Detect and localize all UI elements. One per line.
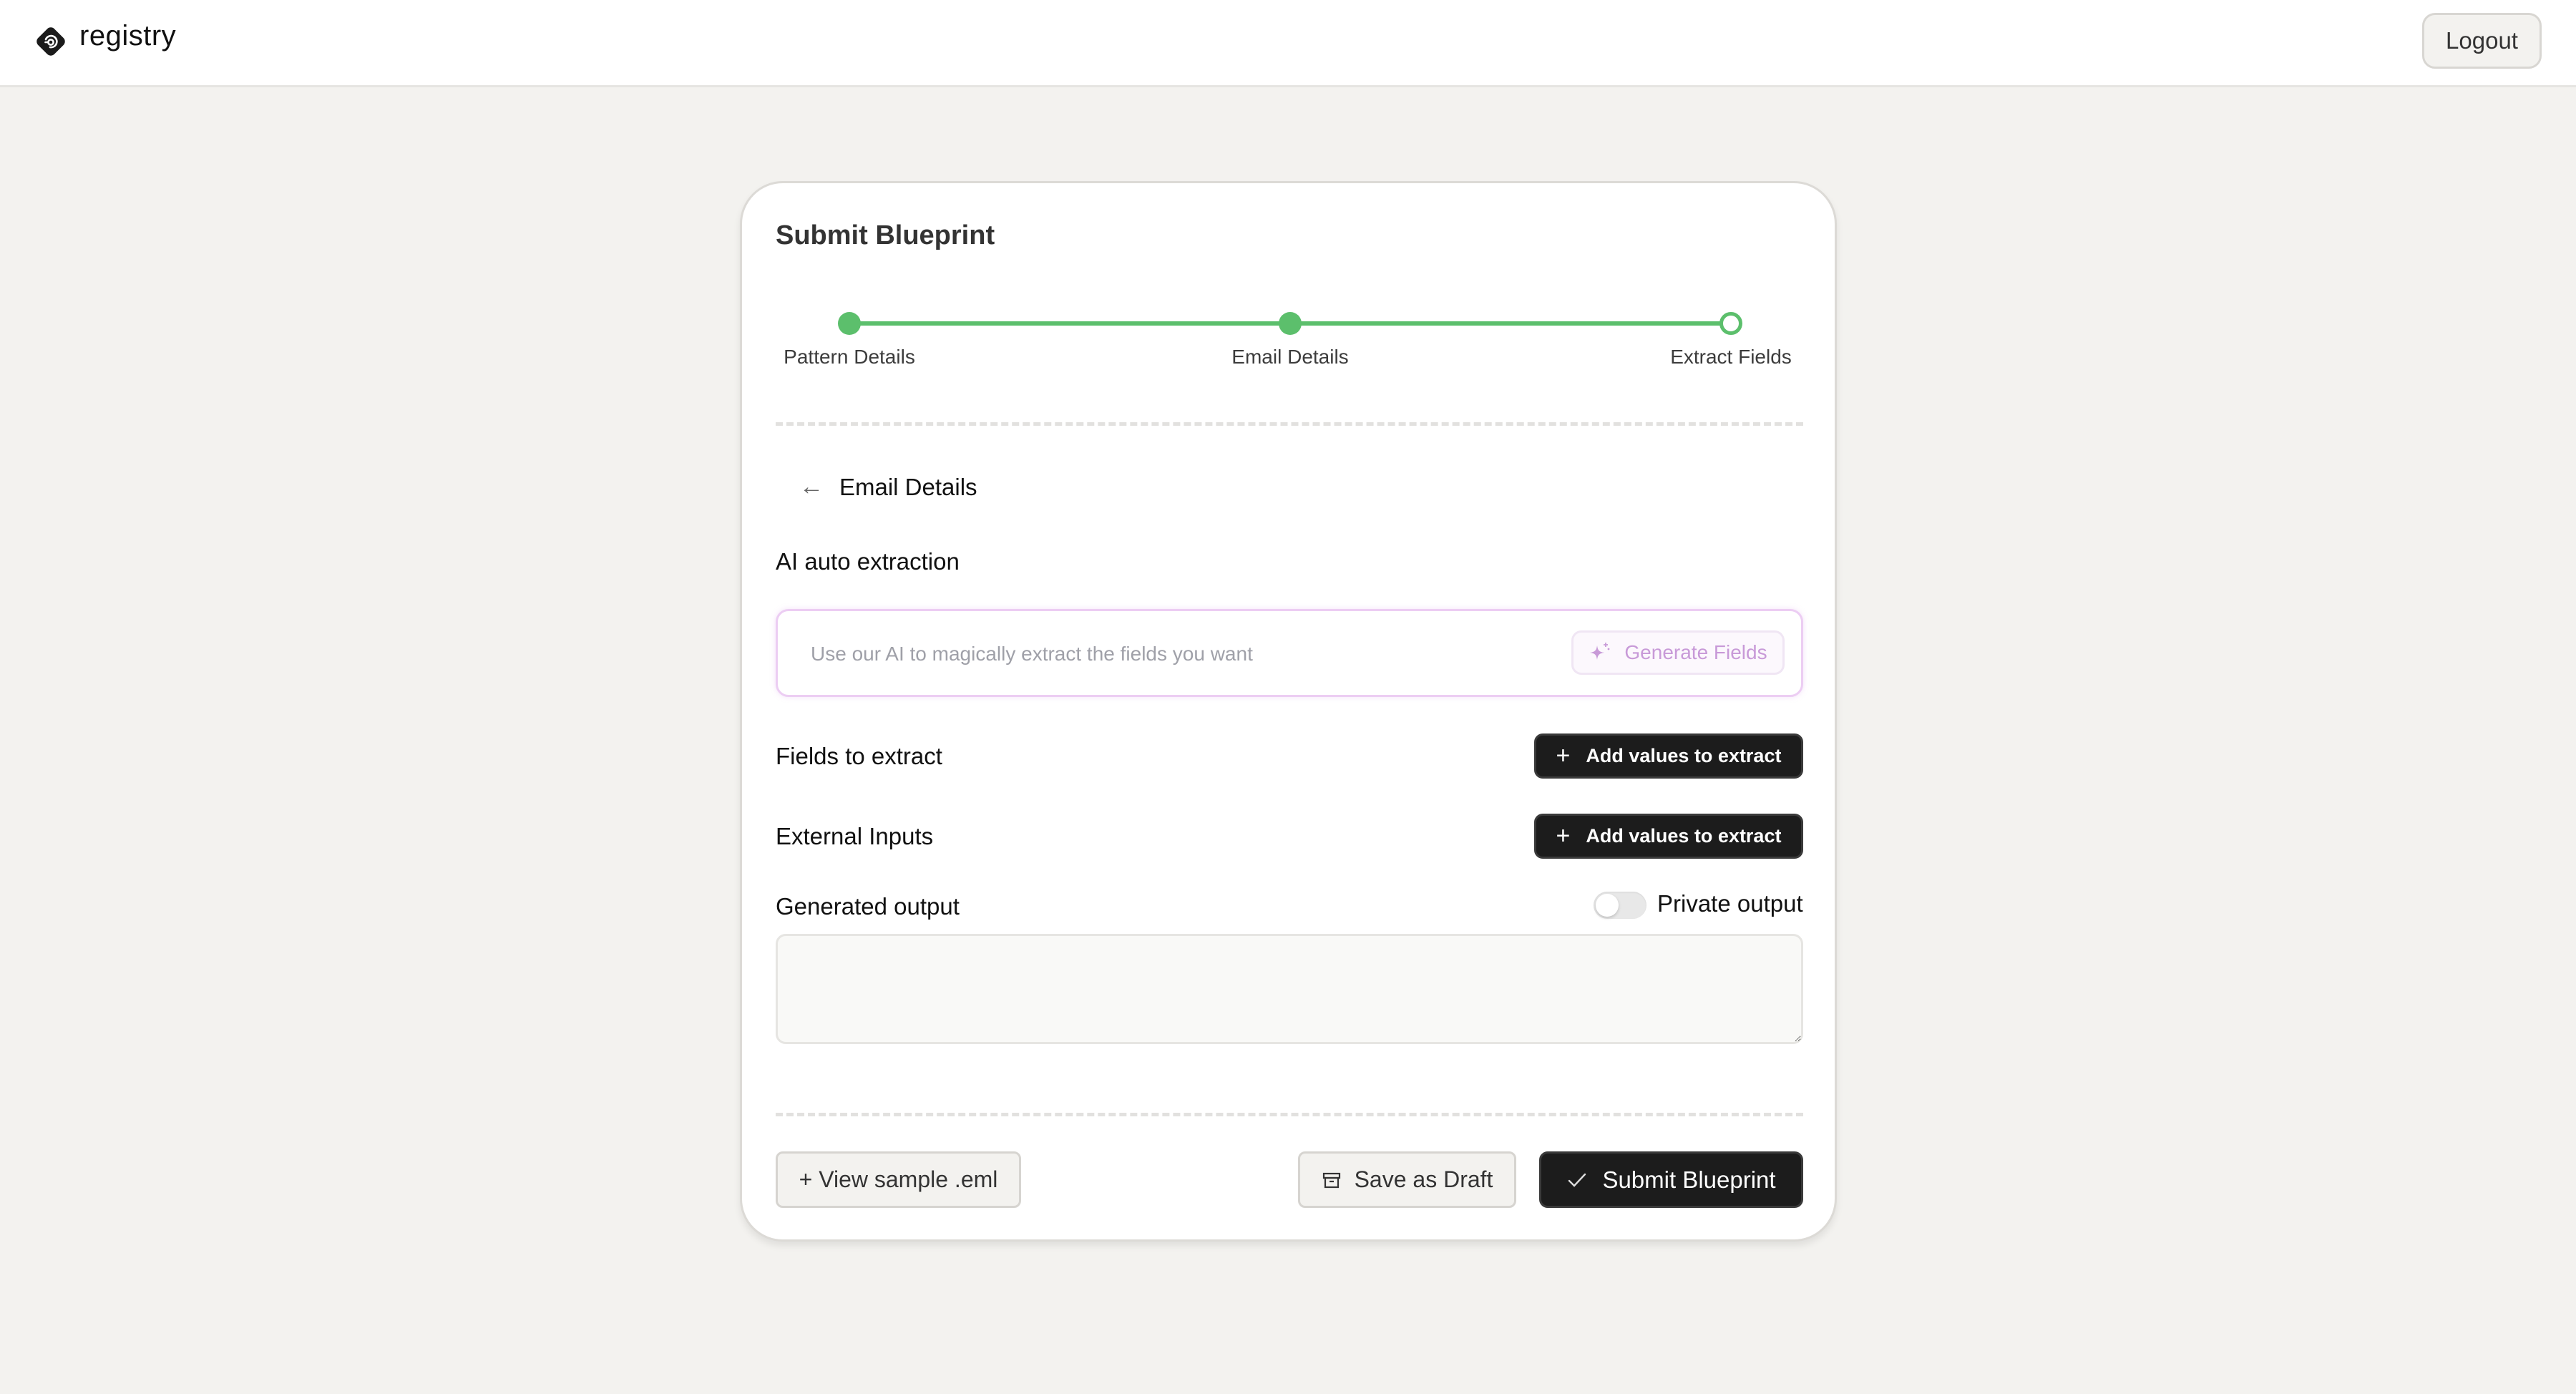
check-icon bbox=[1568, 1173, 1586, 1187]
ai-prompt-input[interactable] bbox=[811, 636, 1455, 672]
generate-fields-button[interactable]: Generate Fields bbox=[1571, 630, 1785, 675]
archive-icon bbox=[1322, 1172, 1340, 1188]
arrow-left-icon: ← bbox=[799, 473, 824, 500]
step-label-pattern-details: Pattern Details bbox=[784, 346, 915, 368]
submit-blueprint-card: Submit Blueprint Pattern Details Email D… bbox=[740, 181, 1837, 1242]
add-external-inputs-button[interactable]: + Add values to extract bbox=[1534, 814, 1803, 859]
fields-to-extract-label: Fields to extract bbox=[776, 743, 942, 769]
top-header: registry Logout bbox=[0, 0, 2576, 87]
add-fields-label: Add values to extract bbox=[1586, 745, 1782, 766]
external-inputs-label: External Inputs bbox=[776, 823, 934, 849]
divider bbox=[776, 422, 1803, 426]
back-link-label: Email Details bbox=[839, 473, 977, 500]
submit-blueprint-button[interactable]: Submit Blueprint bbox=[1539, 1151, 1803, 1208]
logout-button[interactable]: Logout bbox=[2422, 13, 2542, 69]
back-link[interactable]: ← Email Details bbox=[799, 473, 977, 501]
add-external-inputs-label: Add values to extract bbox=[1586, 825, 1782, 847]
ai-extraction-label: AI auto extraction bbox=[776, 548, 960, 575]
divider bbox=[776, 1113, 1803, 1116]
step-label-email-details: Email Details bbox=[1231, 346, 1349, 368]
page-title: Submit Blueprint bbox=[776, 220, 995, 250]
save-as-draft-label: Save as Draft bbox=[1354, 1166, 1493, 1192]
step-dot-extract-fields[interactable] bbox=[1719, 312, 1742, 335]
generate-fields-label: Generate Fields bbox=[1624, 641, 1767, 663]
private-output-label: Private output bbox=[1657, 890, 1803, 917]
sparkle-icon bbox=[1590, 643, 1610, 660]
step-dot-pattern-details[interactable] bbox=[838, 312, 861, 335]
generated-output-textarea[interactable] bbox=[776, 934, 1803, 1044]
save-as-draft-button[interactable]: Save as Draft bbox=[1298, 1151, 1516, 1208]
plus-icon: + bbox=[1556, 822, 1571, 849]
generated-output-label: Generated output bbox=[776, 893, 960, 920]
private-output-toggle[interactable] bbox=[1594, 892, 1646, 919]
brand-name: registry bbox=[79, 20, 177, 52]
plus-icon: + bbox=[1556, 742, 1571, 769]
step-dot-email-details[interactable] bbox=[1279, 312, 1302, 335]
view-sample-eml-button[interactable]: + View sample .eml bbox=[776, 1151, 1021, 1208]
ai-extraction-box: Generate Fields bbox=[776, 609, 1803, 697]
submit-blueprint-label: Submit Blueprint bbox=[1602, 1166, 1776, 1193]
step-label-extract-fields: Extract Fields bbox=[1670, 346, 1792, 368]
registry-logo-icon bbox=[36, 27, 65, 56]
add-fields-to-extract-button[interactable]: + Add values to extract bbox=[1534, 733, 1803, 779]
toggle-knob bbox=[1596, 894, 1619, 917]
